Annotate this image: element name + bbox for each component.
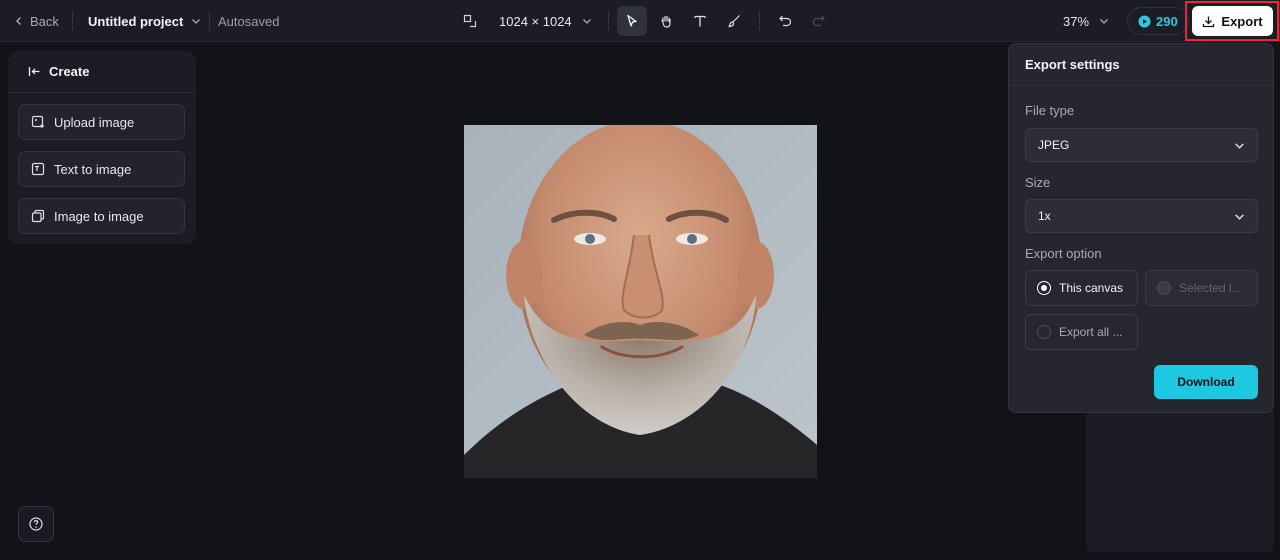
undo-button[interactable] <box>770 6 800 36</box>
upload-image-label: Upload image <box>54 114 135 130</box>
image-to-image-icon <box>31 209 45 223</box>
export-button[interactable]: Export <box>1192 6 1273 36</box>
brush-tool[interactable] <box>719 6 749 36</box>
right-properties-panel <box>1086 410 1274 552</box>
export-settings-title: Export settings <box>1009 44 1273 86</box>
divider <box>608 11 609 31</box>
chevron-left-icon <box>16 17 21 25</box>
zoom-dropdown[interactable]: 37% <box>1063 0 1109 42</box>
size-value: 1x <box>1038 209 1051 223</box>
credits-badge[interactable]: 290 <box>1127 7 1189 35</box>
divider <box>72 11 73 31</box>
zoom-level: 37% <box>1063 13 1090 29</box>
upload-image-icon <box>31 115 44 128</box>
radio-selected-icon <box>1037 281 1051 295</box>
hand-tool[interactable] <box>651 6 681 36</box>
chevron-down-icon <box>192 19 201 24</box>
image-to-image-button[interactable]: Image to image <box>18 198 185 234</box>
export-label: Export <box>1221 13 1263 29</box>
create-title: Create <box>49 64 90 79</box>
upload-image-button[interactable]: Upload image <box>18 104 185 140</box>
undo-icon <box>779 15 792 27</box>
size-label: Size <box>1025 175 1051 190</box>
divider <box>759 11 760 31</box>
option-selected-layers[interactable]: Selected l... <box>1145 270 1258 306</box>
download-button[interactable]: Download <box>1154 365 1258 399</box>
canvas-portrait-image[interactable] <box>464 125 817 478</box>
back-button[interactable]: Back <box>14 0 59 42</box>
redo-icon <box>812 15 825 27</box>
portrait-photo <box>464 125 817 478</box>
autosave-status: Autosaved <box>218 13 280 29</box>
radio-unselected-icon <box>1037 325 1051 339</box>
hand-icon <box>660 15 671 28</box>
option-this-canvas[interactable]: This canvas <box>1025 270 1138 306</box>
back-label: Back <box>30 13 59 29</box>
image-to-image-label: Image to image <box>54 208 144 224</box>
text-to-image-button[interactable]: Text to image <box>18 151 185 187</box>
redo-button[interactable] <box>804 6 834 36</box>
divider <box>209 11 210 31</box>
file-type-select[interactable]: JPEG <box>1025 128 1258 162</box>
chevron-down-icon <box>582 19 591 24</box>
chevron-down-icon <box>1235 213 1244 220</box>
canvas-size-dropdown[interactable]: 1024 × 1024 <box>463 0 592 42</box>
text-to-image-icon <box>31 162 45 176</box>
credits-count: 290 <box>1156 13 1178 29</box>
help-button[interactable] <box>18 506 54 542</box>
text-tool[interactable] <box>685 6 715 36</box>
collapse-left-icon <box>28 67 40 76</box>
download-icon <box>1203 16 1215 27</box>
option-export-all-label: Export all ... <box>1059 325 1123 339</box>
text-icon <box>694 15 706 27</box>
option-selected-layers-label: Selected l... <box>1179 281 1242 295</box>
size-select[interactable]: 1x <box>1025 199 1258 233</box>
top-toolbar: Back Untitled project Autosaved 1024 × 1… <box>0 0 1280 42</box>
credit-icon <box>1138 15 1151 27</box>
chevron-down-icon <box>1100 19 1108 24</box>
option-this-canvas-label: This canvas <box>1059 281 1124 295</box>
chevron-down-icon <box>1235 142 1244 149</box>
select-tool[interactable] <box>617 6 647 36</box>
file-type-value: JPEG <box>1038 138 1070 152</box>
export-option-label: Export option <box>1025 246 1102 261</box>
project-title: Untitled project <box>88 13 184 29</box>
tool-group <box>617 0 834 42</box>
resize-icon <box>463 14 477 28</box>
export-settings-popover: Export settings File type JPEG Size 1x E… <box>1008 43 1274 413</box>
radio-disabled-icon <box>1157 281 1171 295</box>
project-title-dropdown[interactable]: Untitled project <box>88 0 201 42</box>
create-header[interactable]: Create <box>8 51 196 93</box>
create-panel: Create Upload image Text to image Image … <box>8 51 196 244</box>
cursor-icon <box>627 14 637 27</box>
canvas-size-label: 1024 × 1024 <box>499 13 572 29</box>
help-icon <box>29 517 43 531</box>
file-type-label: File type <box>1025 103 1075 118</box>
option-export-all[interactable]: Export all ... <box>1025 314 1138 350</box>
text-to-image-label: Text to image <box>54 161 132 177</box>
brush-icon <box>728 15 740 28</box>
